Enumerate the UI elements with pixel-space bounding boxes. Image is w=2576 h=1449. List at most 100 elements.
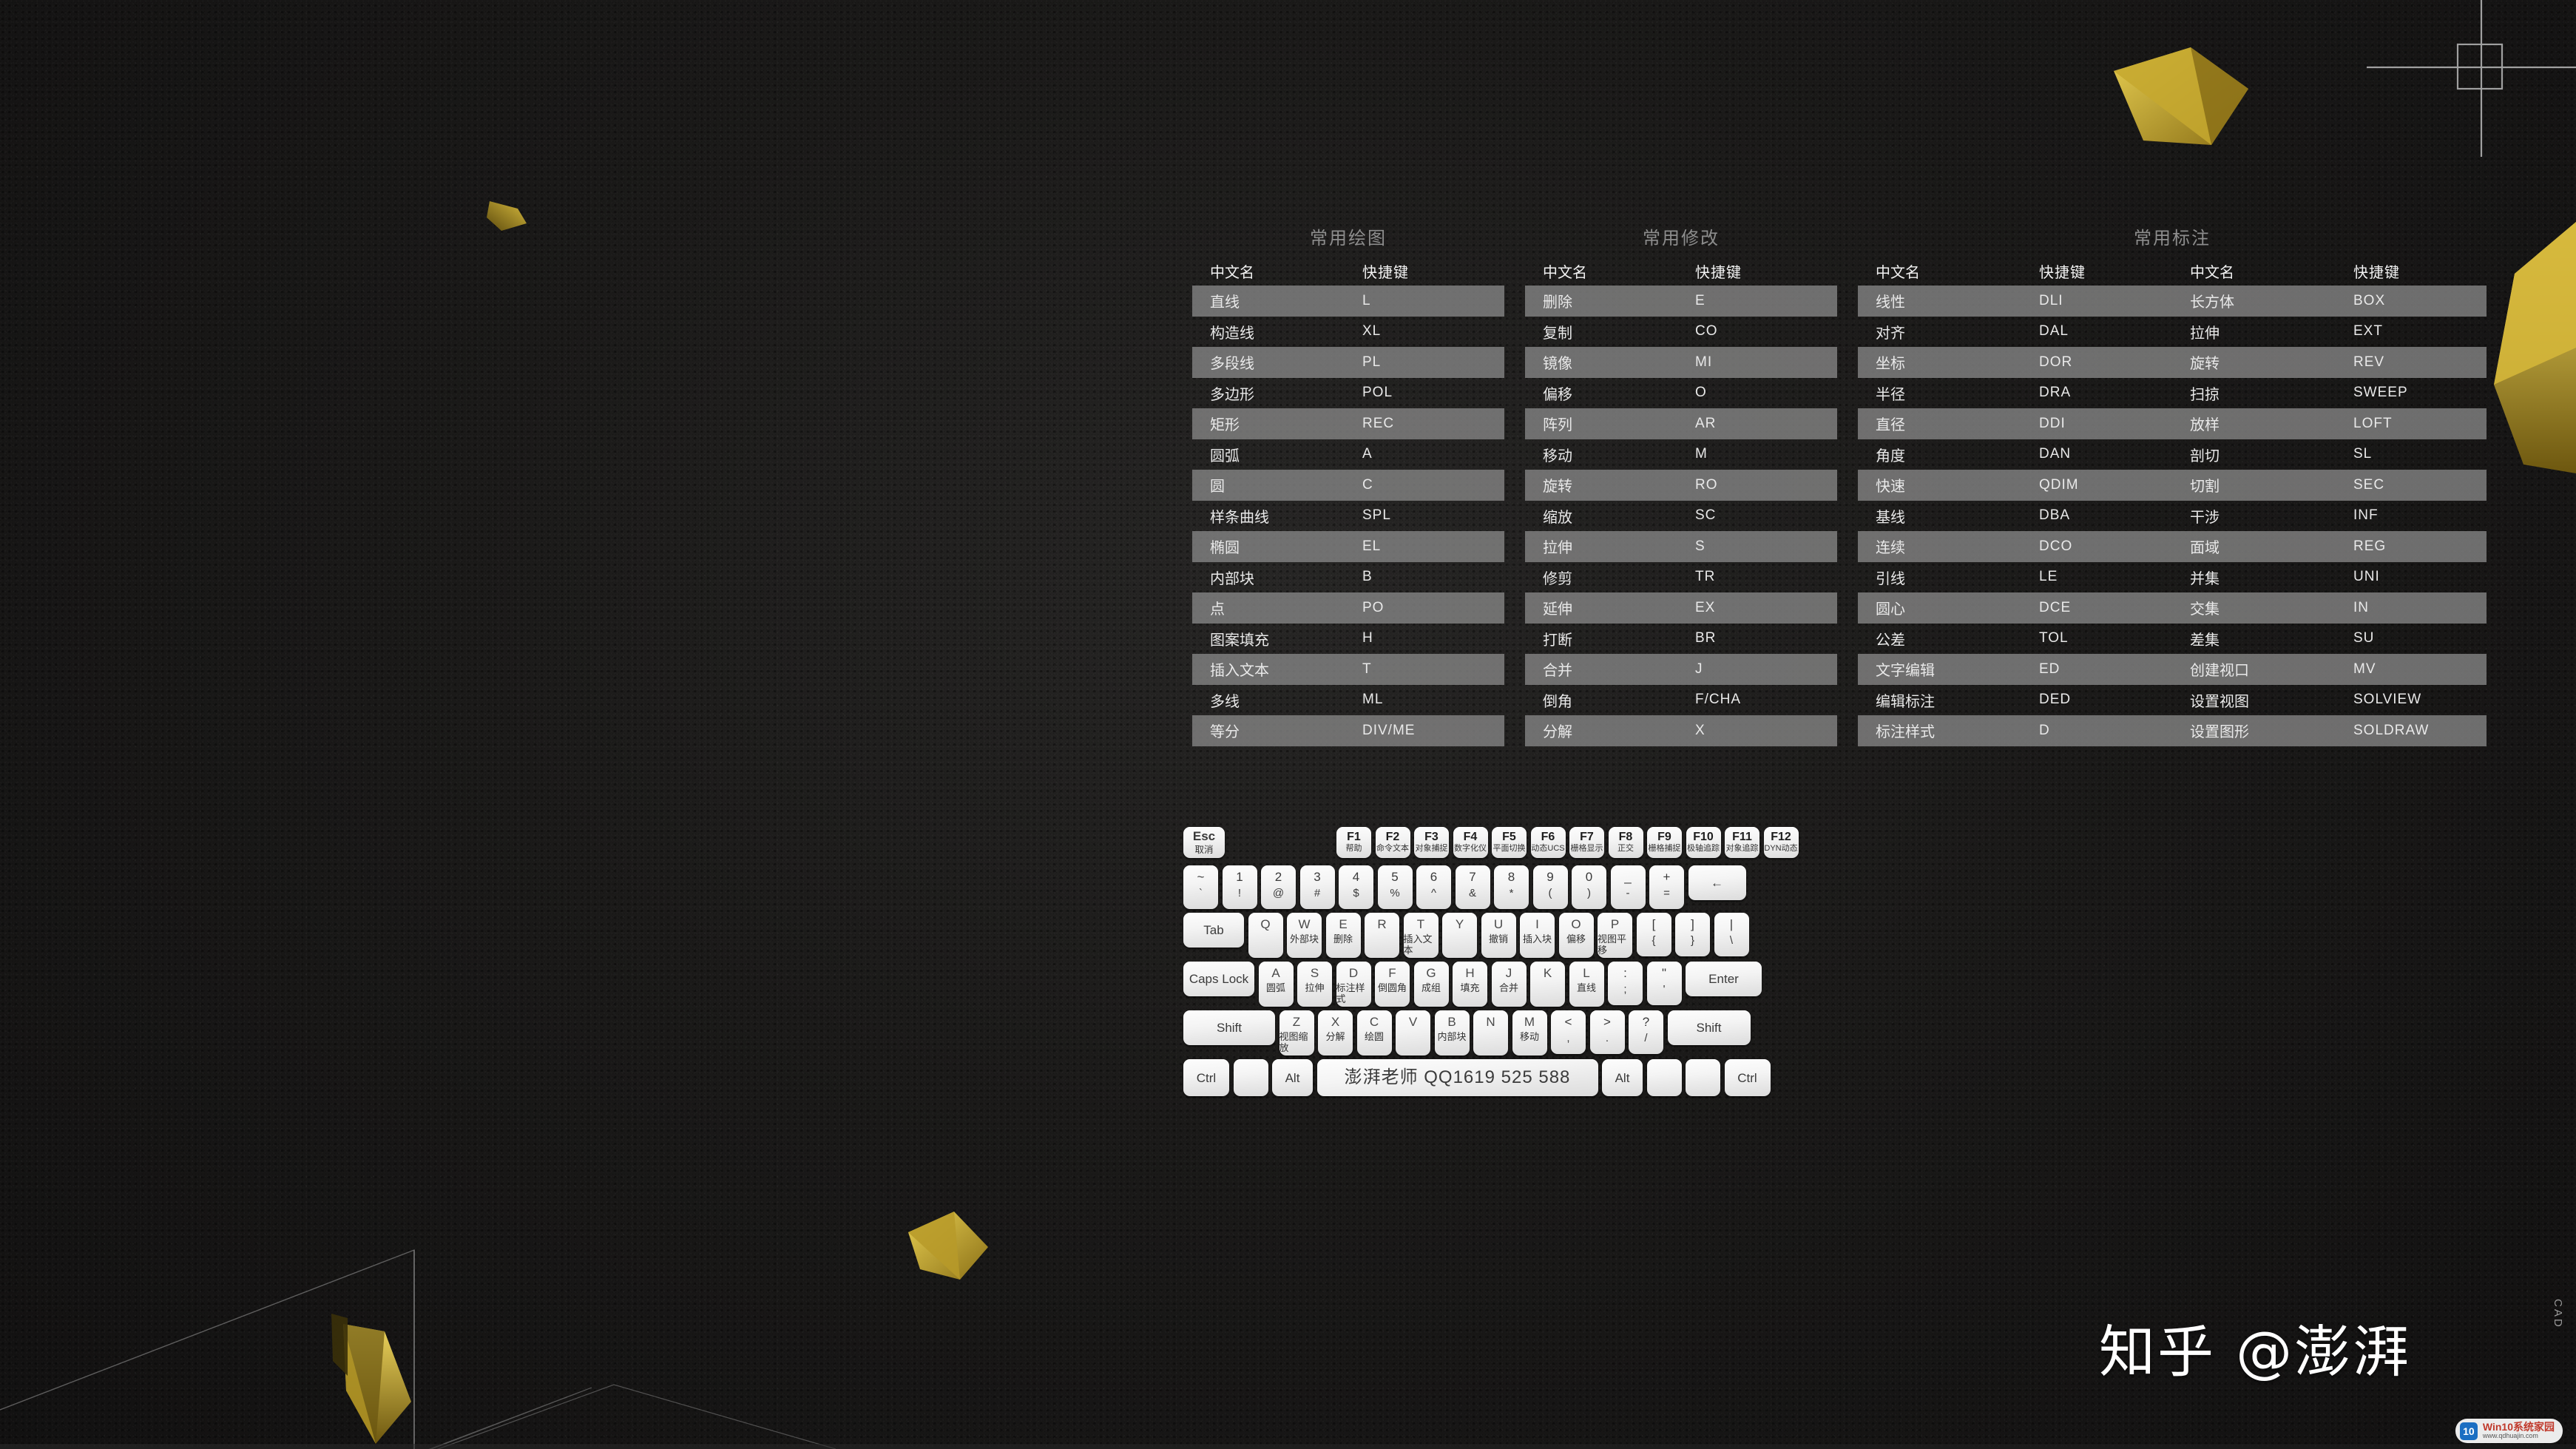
key-legend-secondary: - — [1626, 887, 1630, 899]
key-legend-command: 拉伸 — [1305, 982, 1325, 993]
table-row: 图案填充 H — [1192, 624, 1504, 655]
key-a-1[interactable]: A 圆弧 — [1258, 962, 1294, 1007]
key-c-3[interactable]: C 绘圆 — [1356, 1010, 1392, 1055]
key-legend-secondary: } — [1690, 934, 1694, 947]
key-0-10[interactable]: 0) — [1572, 865, 1606, 909]
key-f12-13[interactable]: F12 DYN动态 — [1763, 827, 1799, 858]
table-row: 基线 DBA — [1858, 501, 2172, 532]
key-s-2[interactable]: S 拉伸 — [1297, 962, 1332, 1007]
key-f3-4[interactable]: F3 对象捕捉 — [1414, 827, 1449, 858]
key-blank-12[interactable]: + = — [1649, 865, 1684, 909]
key-k-8[interactable]: K — [1530, 962, 1565, 1007]
key-f7-8[interactable]: F7 栅格显示 — [1569, 827, 1604, 858]
key-blank-10[interactable]: :; — [1608, 962, 1643, 1005]
key-f9-10[interactable]: F9 栅格捕捉 — [1647, 827, 1682, 858]
key-f5-6[interactable]: F5 平面切换 — [1492, 827, 1527, 858]
cell-name: 多边形 — [1210, 386, 1254, 403]
key-legend-main: F5 — [1502, 831, 1516, 844]
key-q-1[interactable]: Q — [1248, 913, 1283, 958]
key-blank-11[interactable]: [{ — [1636, 913, 1671, 956]
key-enter-12[interactable]: Enter — [1686, 962, 1762, 996]
key-7-7[interactable]: 7 & — [1455, 865, 1490, 909]
key-o-9[interactable]: O 偏移 — [1558, 913, 1594, 958]
key-u-7[interactable]: U 撤销 — [1481, 913, 1516, 958]
key-shift-0[interactable]: Shift — [1183, 1010, 1275, 1045]
key-legend-secondary: ^ — [1430, 887, 1437, 899]
key-blank-13[interactable]: | \ — [1714, 913, 1749, 956]
key-j-7[interactable]: J 合并 — [1491, 962, 1527, 1007]
cell-key: DED — [2039, 692, 2072, 708]
key-v-4[interactable]: V — [1396, 1010, 1430, 1055]
key-3-3[interactable]: 3 # — [1299, 865, 1335, 909]
table-row: 干涉 INF — [2172, 501, 2487, 532]
key-legend-main: O — [1571, 917, 1581, 931]
key-alt-2[interactable]: Alt — [1272, 1059, 1313, 1096]
table-drawing: 中文名 快捷键 直线 L 构造线 XL 多段线 PL 多边形 POL 矩形 REC 圆弧 A… — [1192, 256, 1504, 746]
key-2-2[interactable]: 2 @ — [1261, 865, 1296, 909]
key-blank-12[interactable]: ]} — [1675, 913, 1710, 956]
key-d-3[interactable]: D 标注样式 — [1336, 962, 1371, 1007]
key-4-4[interactable]: 4 $ — [1339, 865, 1373, 909]
key-f-4[interactable]: F 倒圆角 — [1375, 962, 1410, 1007]
key-6-6[interactable]: 6 ^ — [1416, 865, 1451, 909]
key-tab-0[interactable]: Tab — [1183, 913, 1244, 948]
key-blank-5[interactable] — [1646, 1059, 1682, 1096]
cell-key: SC — [1695, 507, 1717, 524]
cell-key: TR — [1695, 569, 1716, 585]
key-g-5[interactable]: G 成组 — [1413, 962, 1449, 1007]
key-8-8[interactable]: 8 * — [1494, 865, 1529, 909]
key-1-1[interactable]: 1! — [1222, 865, 1257, 909]
key-f11-12[interactable]: F11 对象追踪 — [1725, 827, 1759, 858]
table-row: 样条曲线 SPL — [1192, 501, 1504, 532]
key-alt-4[interactable]: Alt — [1602, 1059, 1643, 1096]
key-f4-5[interactable]: F4 数字化仪 — [1453, 827, 1488, 858]
key-f8-9[interactable]: F8 正交 — [1608, 827, 1643, 858]
key-blank-13[interactable]: ← — [1688, 865, 1746, 900]
key-blank-8[interactable]: <, — [1551, 1010, 1586, 1054]
key-i-8[interactable]: I 插入块 — [1520, 913, 1555, 958]
table-row: 面域 REG — [2172, 531, 2487, 562]
key-f6-7[interactable]: F6 动态UCS — [1530, 827, 1566, 858]
key-f10-11[interactable]: F10 极轴追踪 — [1686, 827, 1721, 858]
key-esc-0[interactable]: Esc 取消 — [1183, 827, 1225, 858]
key-x-2[interactable]: X 分解 — [1318, 1010, 1353, 1055]
key-blank-0[interactable]: ~ ` — [1183, 865, 1218, 909]
key-z-1[interactable]: Z 视图缩放 — [1279, 1010, 1314, 1055]
key-e-3[interactable]: E 删除 — [1325, 913, 1361, 958]
key-5-5[interactable]: 5% — [1377, 865, 1413, 909]
key-blank-11[interactable]: _ - — [1610, 865, 1646, 909]
key-blank-6[interactable] — [1686, 1059, 1720, 1096]
key-p-10[interactable]: P 视图平移 — [1598, 913, 1632, 958]
key-legend-main: > — [1603, 1015, 1611, 1029]
key-y-6[interactable]: Y — [1442, 913, 1477, 958]
key-h-6[interactable]: H 填充 — [1453, 962, 1487, 1007]
key-legend-main: Esc — [1192, 828, 1216, 843]
key-blank-9[interactable]: >. — [1589, 1010, 1625, 1054]
cell-key: DAL — [2039, 323, 2069, 340]
key-blank-1[interactable] — [1233, 1059, 1268, 1096]
key-n-6[interactable]: N — [1473, 1010, 1508, 1055]
key-shift-11[interactable]: Shift — [1667, 1010, 1751, 1045]
key-legend-secondary: @ — [1272, 887, 1285, 899]
key-qq1619525588-3[interactable]: 澎湃老师 QQ1619 525 588 — [1316, 1059, 1598, 1096]
key-ctrl-0[interactable]: Ctrl — [1183, 1059, 1229, 1096]
key-l-9[interactable]: L 直线 — [1569, 962, 1604, 1007]
cell-name: 偏移 — [1543, 386, 1572, 403]
key-legend-command: 绘圆 — [1364, 1031, 1384, 1042]
key-9-9[interactable]: 9( — [1532, 865, 1568, 909]
key-capslock-0[interactable]: Caps Lock — [1183, 962, 1254, 996]
key-ctrl-7[interactable]: Ctrl — [1724, 1059, 1771, 1096]
key-f2-3[interactable]: F2 命令文本 — [1375, 827, 1410, 858]
key-w-2[interactable]: W 外部块 — [1287, 913, 1322, 958]
key-legend-command: 视图平移 — [1598, 933, 1627, 956]
key-t-5[interactable]: T 插入文本 — [1403, 913, 1439, 958]
key-b-5[interactable]: B 内部块 — [1434, 1010, 1470, 1055]
key-m-7[interactable]: M 移动 — [1512, 1010, 1547, 1055]
key-legend-main: 2 — [1274, 870, 1282, 884]
win10-site-badge[interactable]: 10 Win10系统家园 www.qdhuajin.com — [2455, 1419, 2563, 1443]
key-legend-command: 正交 — [1617, 844, 1634, 854]
key-blank-10[interactable]: ? / — [1629, 1010, 1663, 1054]
key-f1-2[interactable]: F1 帮助 — [1336, 827, 1371, 858]
key-r-4[interactable]: R — [1365, 913, 1399, 958]
key-blank-11[interactable]: " ' — [1646, 962, 1682, 1005]
